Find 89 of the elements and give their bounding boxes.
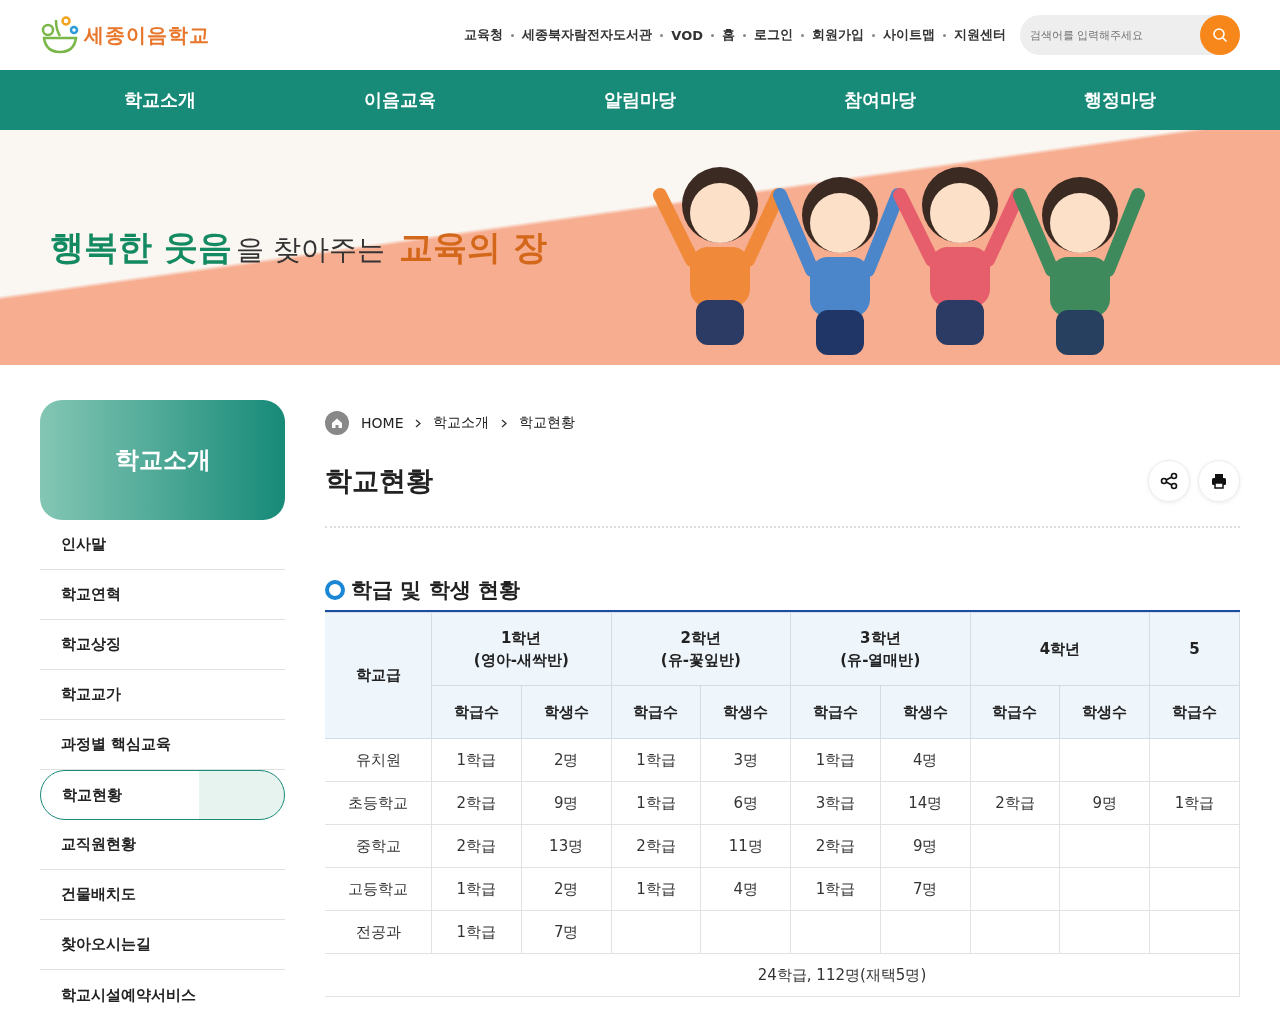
table-cell: 2학급 xyxy=(456,836,497,855)
table-cell: 9명 xyxy=(912,836,938,855)
table-cell: 9명 xyxy=(1092,793,1117,812)
table-cell: 2학급 xyxy=(636,836,676,855)
header-link[interactable]: 교육청 xyxy=(464,26,504,44)
table-cell: 6명 xyxy=(733,793,758,812)
sidebar-title: 학교소개 xyxy=(40,400,285,520)
table-cell: 전공과 xyxy=(325,910,432,954)
table-header: 5 xyxy=(1149,612,1240,686)
table-cell: 유치원 xyxy=(325,738,432,782)
sidebar-menu-item[interactable]: 학교연혁 xyxy=(40,570,285,620)
main-menu-item[interactable]: 학교소개 xyxy=(40,70,280,130)
table-cell: 4명 xyxy=(912,750,938,769)
table-cell: 1학급 xyxy=(815,879,856,898)
table-total: 24학급, 112명(재택5명) xyxy=(756,965,927,984)
header-link[interactable]: 지원센터 xyxy=(954,26,1006,44)
sidebar-menu-item[interactable]: 학교현황 xyxy=(40,770,285,820)
chevron-icon xyxy=(501,418,508,428)
table-header: 학생수 xyxy=(700,685,791,739)
header-link[interactable]: VOD xyxy=(671,27,703,43)
table-cell: 1학급 xyxy=(456,750,497,769)
table-header: 학급수 xyxy=(790,685,881,739)
table-header: 학급수 xyxy=(1149,685,1240,739)
table-cell: 9명 xyxy=(553,793,579,812)
table-cell: 1학급 xyxy=(456,879,497,898)
page-title: 학교현황 xyxy=(325,464,433,498)
table-cell: 1학급 xyxy=(636,750,676,769)
table-header: 학교급 xyxy=(325,612,432,739)
table-header: 학생수 xyxy=(1059,685,1150,739)
sidebar-menu-item[interactable]: 건물배치도 xyxy=(40,870,285,920)
table-cell: 7명 xyxy=(912,879,938,898)
sidebar-menu-item[interactable]: 학교교가 xyxy=(40,670,285,720)
table-cell: 2학급 xyxy=(456,793,497,812)
table-cell: 1학급 xyxy=(815,750,856,769)
table-cell: 2학급 xyxy=(995,793,1035,812)
printer-icon xyxy=(1210,472,1228,490)
main-menu-item[interactable]: 알림마당 xyxy=(520,70,760,130)
table-cell: 14명 xyxy=(908,793,943,812)
share-button[interactable] xyxy=(1148,460,1190,502)
table-header: 학생수 xyxy=(521,685,612,739)
sidebar-menu-item[interactable]: 교직원현황 xyxy=(40,820,285,870)
breadcrumb-link[interactable]: 학교소개 xyxy=(433,414,490,432)
search-field[interactable]: 검색어를 입력해주세요 xyxy=(1020,15,1220,55)
header-link[interactable]: 사이트맵 xyxy=(883,26,935,44)
table-cell: 2학급 xyxy=(815,836,856,855)
sidebar-menu-item[interactable]: 찾아오시는길 xyxy=(40,920,285,970)
section-title: 학급 및 학생 현황 xyxy=(351,577,520,604)
header-link[interactable]: 홈 xyxy=(722,26,735,44)
table-header: 1학년 (영아-새싹반) xyxy=(431,612,612,686)
share-icon xyxy=(1160,472,1178,490)
sprout-pot-icon xyxy=(40,16,80,54)
table-cell: 2명 xyxy=(553,750,579,769)
header-link[interactable]: 회원가입 xyxy=(812,26,864,44)
table-cell: 7명 xyxy=(553,922,579,941)
table-cell: 1학급 xyxy=(636,879,676,898)
breadcrumb-link[interactable]: HOME xyxy=(361,415,404,431)
chevron-icon xyxy=(415,418,422,428)
sidebar-menu-item[interactable]: 인사말 xyxy=(40,520,285,570)
table-header: 학급수 xyxy=(970,685,1060,739)
breadcrumb-link[interactable]: 학교현황 xyxy=(519,414,576,432)
header-link[interactable]: 로그인 xyxy=(754,26,793,44)
table-header: 3학년 (유-열매반) xyxy=(790,612,971,686)
table-header: 학급수 xyxy=(431,685,522,739)
main-menu-item[interactable]: 이음교육 xyxy=(280,70,520,130)
table-cell: 1학급 xyxy=(456,922,497,941)
table-cell: 4명 xyxy=(733,879,758,898)
table-header: 학생수 xyxy=(880,685,971,739)
table-header: 4학년 xyxy=(970,612,1150,686)
sidebar-menu-item[interactable]: 학교상징 xyxy=(40,620,285,670)
table-cell: 3학급 xyxy=(815,793,856,812)
header-link[interactable]: 세종북자람전자도서관 xyxy=(522,26,653,44)
table-cell: 중학교 xyxy=(325,824,432,868)
table-cell: 1학급 xyxy=(636,793,676,812)
table-cell: 11명 xyxy=(728,836,763,855)
table-cell: 3명 xyxy=(733,750,758,769)
table-cell: 고등학교 xyxy=(325,867,432,911)
sidebar-menu-item[interactable]: 학교시설예약서비스 xyxy=(40,970,285,1020)
banner-slogan: 행복한 웃음 을 찾아주는 교육의 장 xyxy=(50,225,547,269)
table-cell: 2명 xyxy=(553,879,579,898)
main-menu-item[interactable]: 참여마당 xyxy=(760,70,1000,130)
table-cell: 1학급 xyxy=(1174,793,1215,812)
main-menu-item[interactable]: 행정마당 xyxy=(1000,70,1240,130)
table-cell: 13명 xyxy=(549,836,584,855)
print-button[interactable] xyxy=(1198,460,1240,502)
table-header: 2학년 (유-꽃잎반) xyxy=(611,612,791,686)
table-header: 학급수 xyxy=(611,685,701,739)
ring-bullet-icon xyxy=(325,580,345,600)
home-icon[interactable] xyxy=(325,411,349,435)
table-cell: 초등학교 xyxy=(325,781,432,825)
